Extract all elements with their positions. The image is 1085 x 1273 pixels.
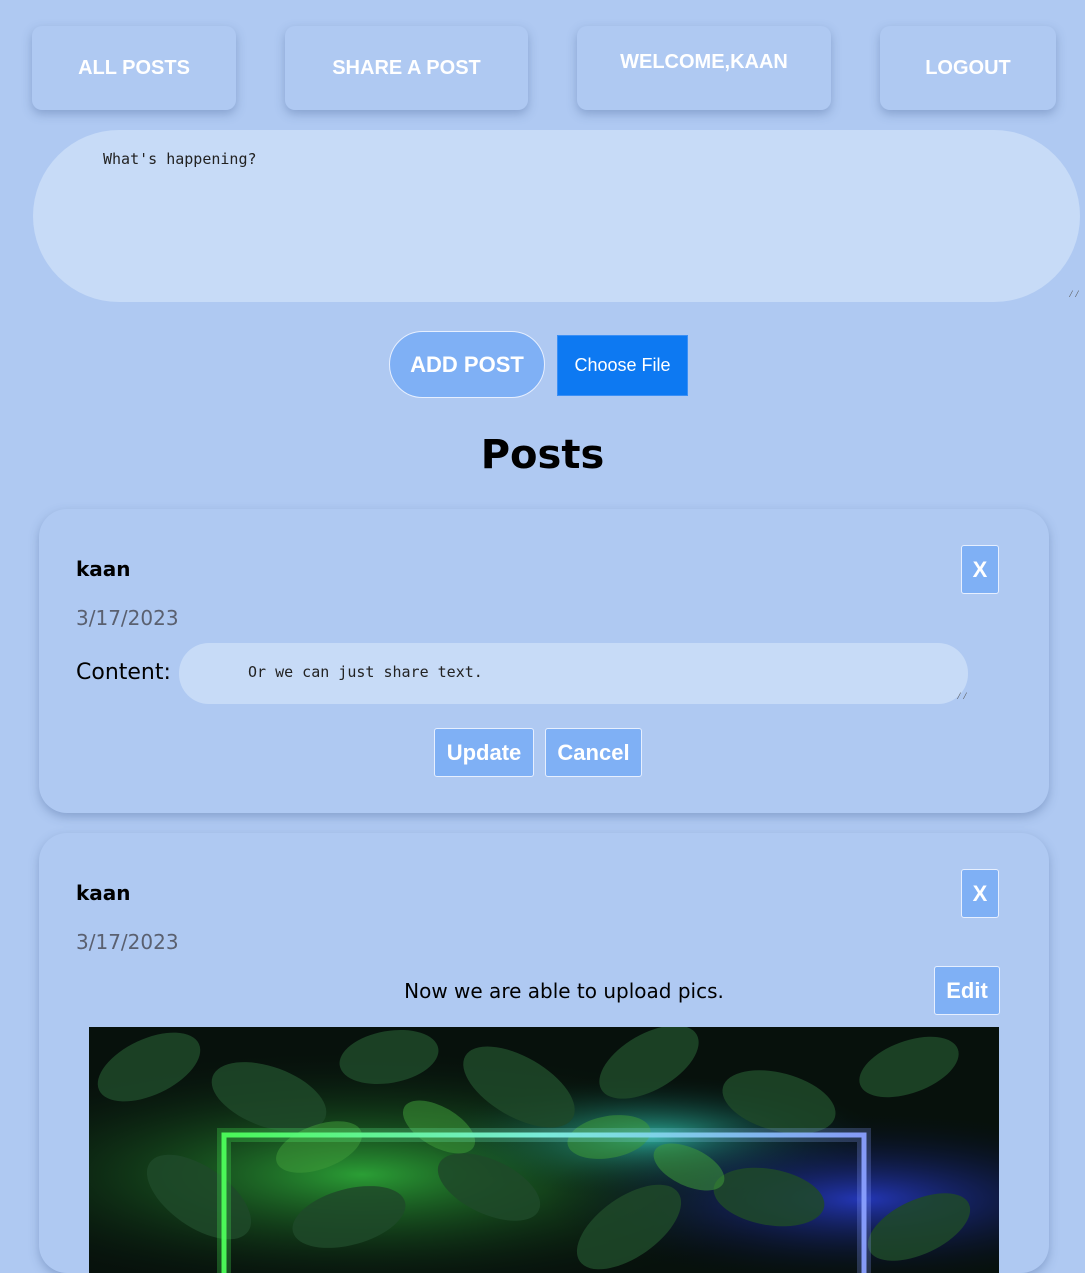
- delete-post-button[interactable]: X: [961, 869, 999, 918]
- edit-post-button[interactable]: Edit: [934, 966, 1000, 1015]
- nav-all-posts-button[interactable]: ALL POSTS: [32, 26, 236, 110]
- choose-file-button[interactable]: Choose File: [557, 335, 688, 396]
- post-date: 3/17/2023: [76, 930, 179, 954]
- resize-grip-icon[interactable]: ⁄⁄: [1068, 290, 1080, 300]
- post-text: Now we are able to upload pics.: [404, 979, 724, 1003]
- update-button[interactable]: Update: [434, 728, 534, 777]
- content-edit-textarea[interactable]: Or we can just share text. ⁄⁄: [179, 643, 968, 704]
- resize-grip-icon[interactable]: ⁄⁄: [956, 692, 968, 702]
- post-date: 3/17/2023: [76, 606, 179, 630]
- composer-placeholder: What's happening?: [103, 150, 257, 168]
- nav-welcome-user[interactable]: WELCOME,KAAN: [577, 26, 831, 110]
- post-image: [89, 1027, 999, 1273]
- content-label: Content:: [76, 660, 171, 685]
- post-author: kaan: [76, 881, 131, 905]
- delete-post-button[interactable]: X: [961, 545, 999, 594]
- content-edit-value: Or we can just share text.: [248, 663, 483, 681]
- cancel-button[interactable]: Cancel: [545, 728, 642, 777]
- nav-share-post-button[interactable]: SHARE A POST: [285, 26, 528, 110]
- posts-heading: Posts: [480, 432, 605, 478]
- nav-logout-button[interactable]: LOGOUT: [880, 26, 1056, 110]
- add-post-button[interactable]: ADD POST: [389, 331, 545, 398]
- post-author: kaan: [76, 557, 131, 581]
- post-composer-textarea[interactable]: What's happening? ⁄⁄: [33, 130, 1080, 302]
- post-card: kaan 3/17/2023 X Now we are able to uplo…: [39, 833, 1049, 1273]
- post-card: kaan 3/17/2023 X Content: Or we can just…: [39, 509, 1049, 813]
